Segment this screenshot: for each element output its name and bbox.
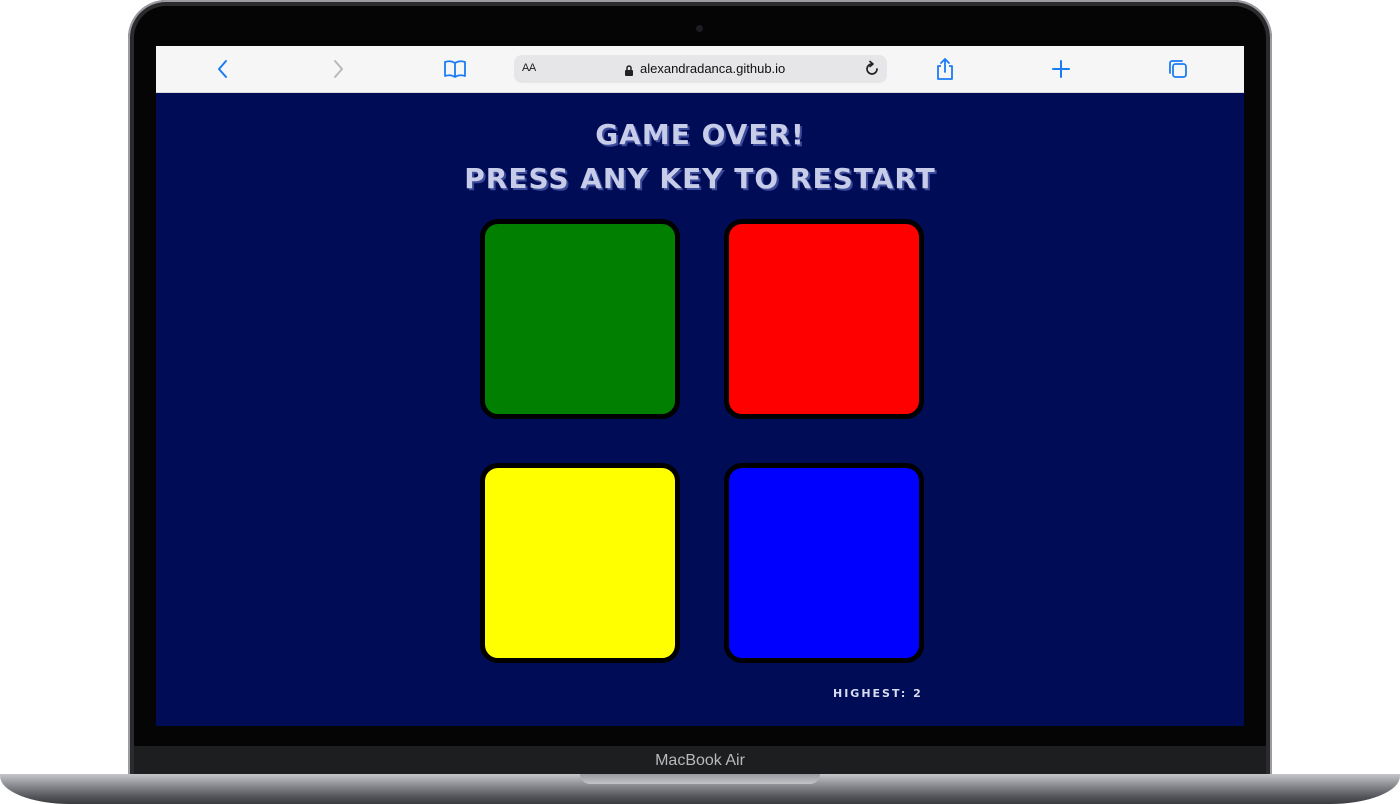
new-tab-icon[interactable]: [1047, 55, 1075, 83]
forward-icon[interactable]: [324, 55, 352, 83]
lock-icon: [624, 62, 634, 81]
share-icon[interactable]: [931, 55, 959, 83]
game-over-title: GAME OVER!: [595, 118, 805, 151]
laptop-notch: [580, 774, 820, 784]
camera: [696, 25, 703, 32]
address-bar[interactable]: AA alexandradanca.github.io: [514, 55, 887, 83]
blue-pad[interactable]: [724, 463, 924, 663]
reader-button[interactable]: AA: [522, 62, 536, 74]
url-text: alexandradanca.github.io: [640, 61, 786, 76]
back-icon[interactable]: [209, 55, 237, 83]
restart-instruction: PRESS ANY KEY TO RESTART: [464, 162, 936, 195]
red-pad[interactable]: [724, 219, 924, 419]
reload-icon[interactable]: [863, 60, 881, 82]
green-pad[interactable]: [480, 219, 680, 419]
browser-screen: AA alexandradanca.github.io GAME OVER! P…: [156, 46, 1244, 726]
browser-toolbar: AA alexandradanca.github.io: [156, 46, 1244, 93]
tabs-overview-icon[interactable]: [1164, 55, 1192, 83]
bookmarks-icon[interactable]: [441, 55, 469, 83]
highest-score: HIGHEST: 2: [833, 687, 923, 700]
yellow-pad[interactable]: [480, 463, 680, 663]
device-label: MacBook Air: [655, 752, 745, 769]
